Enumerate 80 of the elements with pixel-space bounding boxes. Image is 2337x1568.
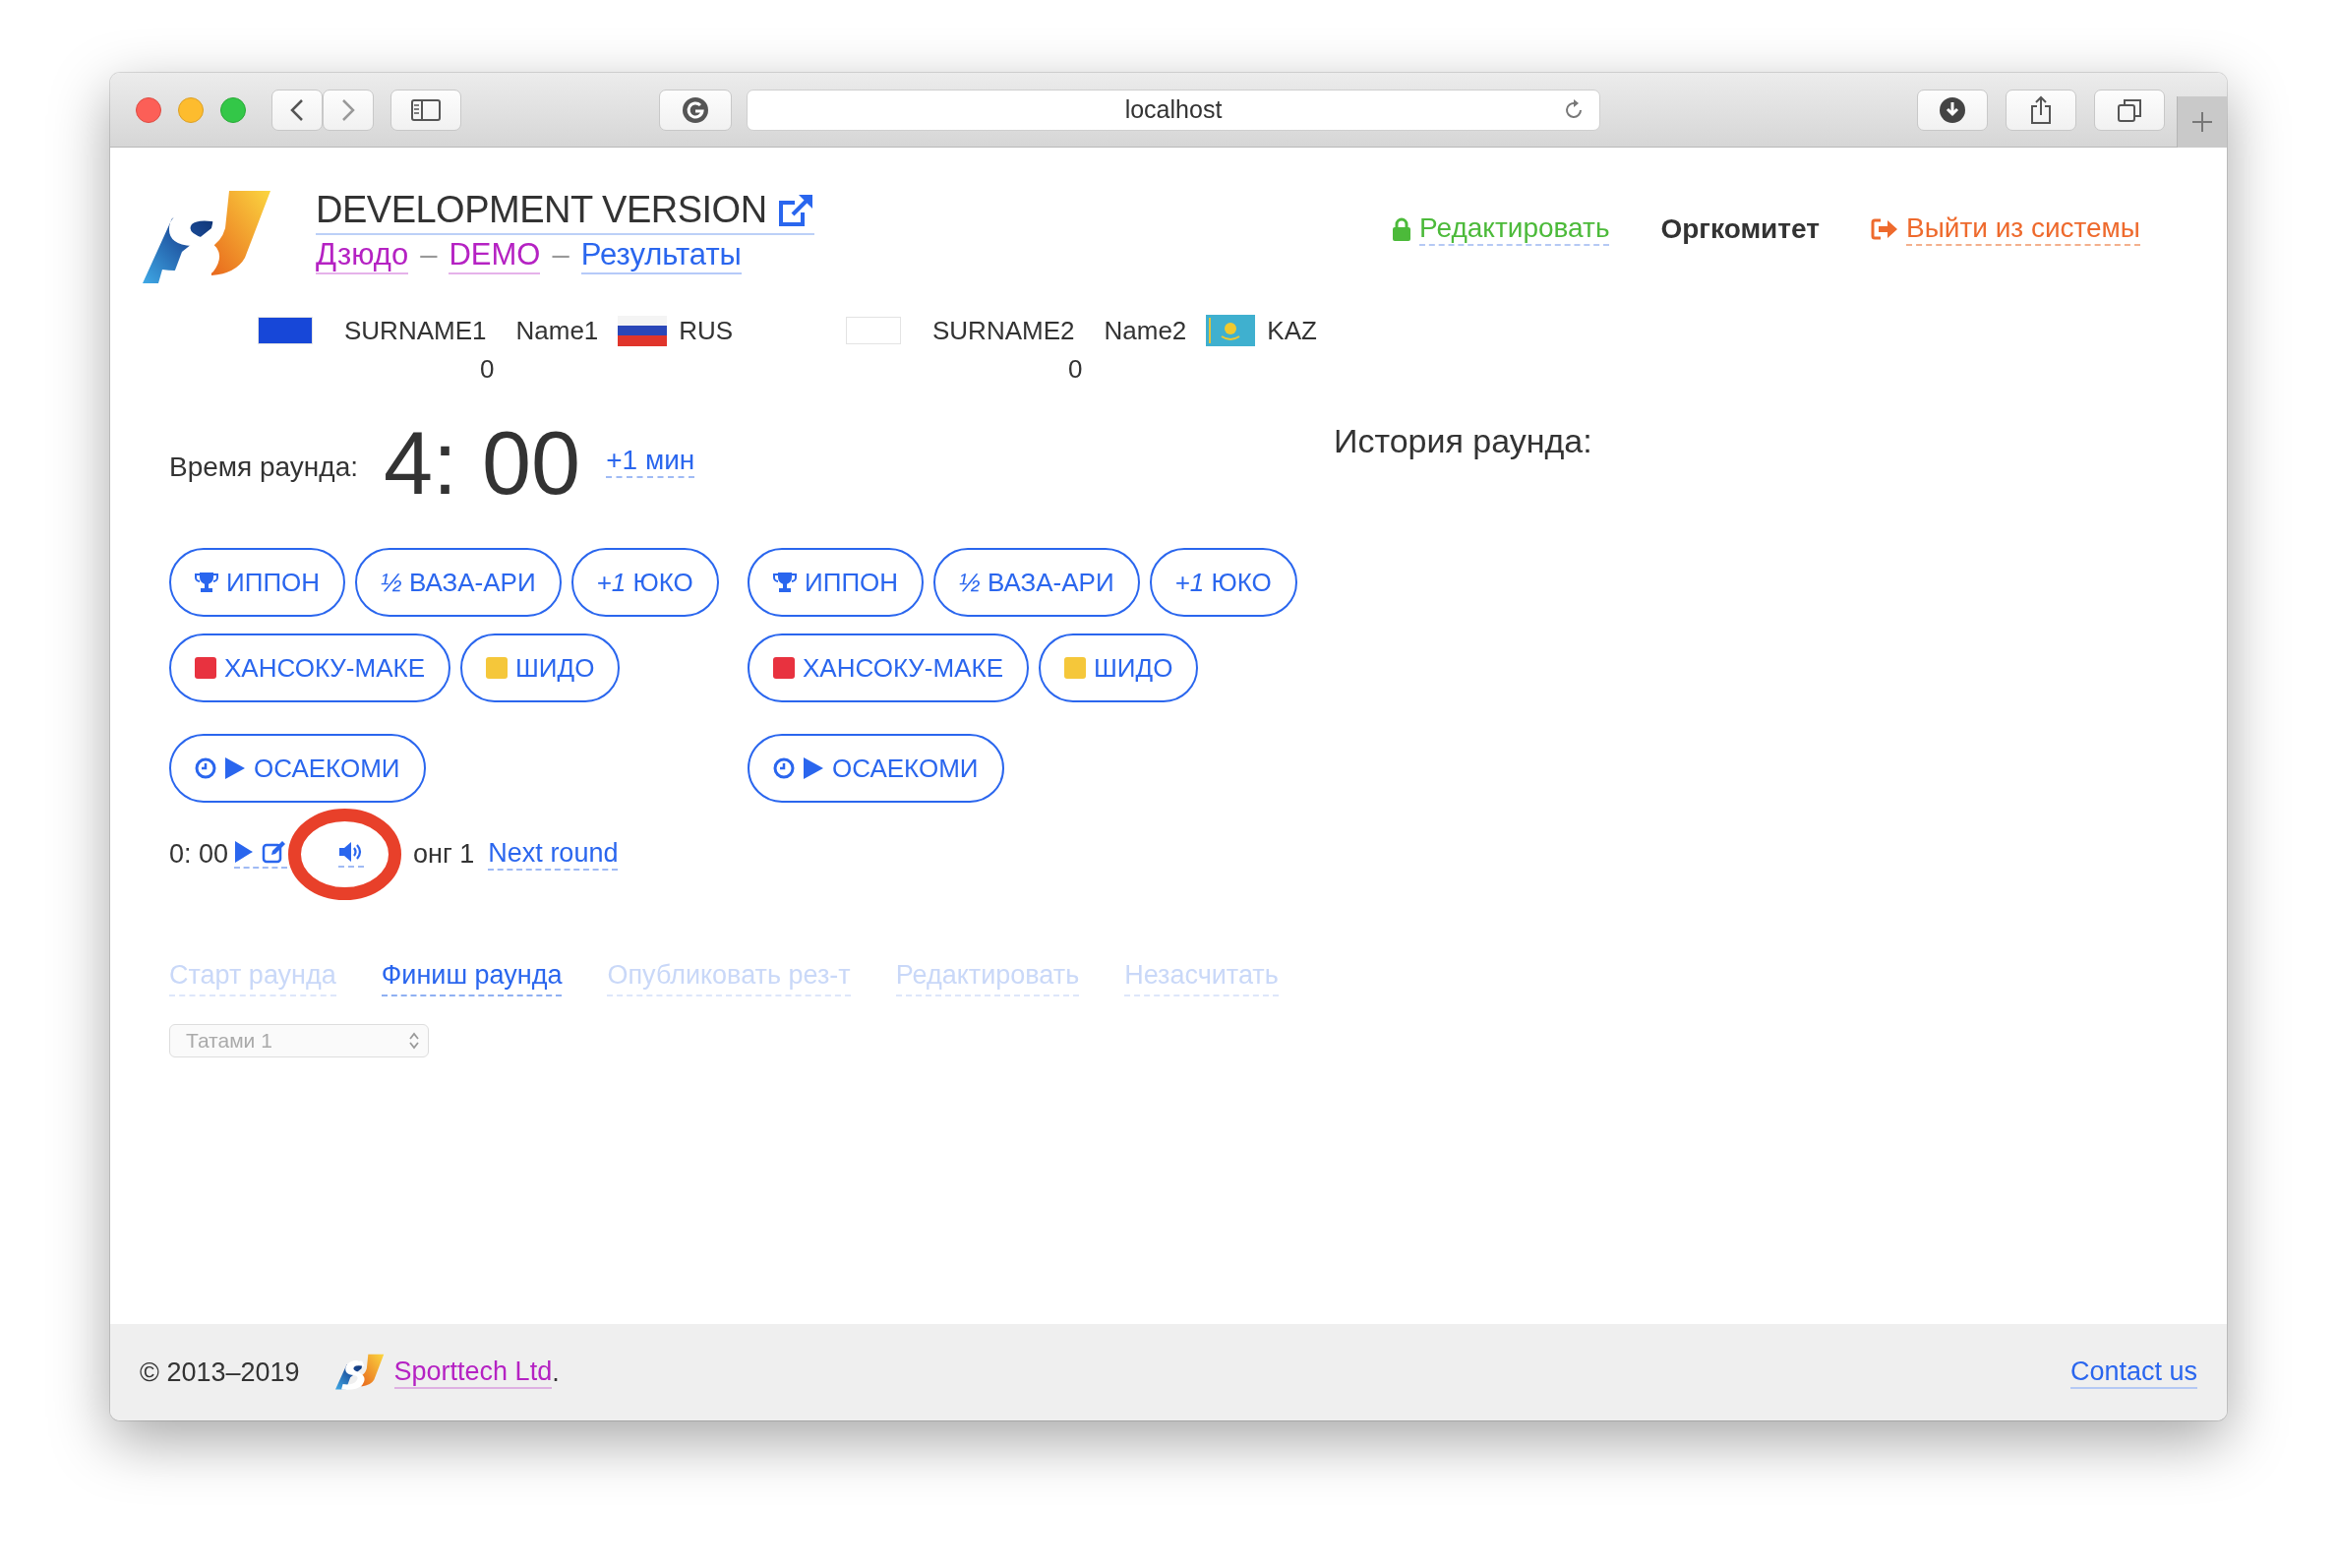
gong-text: онг 1 xyxy=(413,838,475,870)
clock-icon xyxy=(195,757,216,779)
chevron-left-icon xyxy=(290,97,304,122)
name-text: Name2 xyxy=(1104,315,1187,346)
extension-button[interactable] xyxy=(659,89,732,131)
sidebar-icon xyxy=(411,98,441,121)
chevron-icon xyxy=(408,1031,420,1051)
contact-link[interactable]: Contact us xyxy=(2069,1356,2197,1389)
surname-text: SURNAME2 xyxy=(932,315,1075,346)
download-icon xyxy=(1939,95,1966,124)
penalty-card-icon xyxy=(773,657,795,679)
add-minute-link[interactable]: +1 мин xyxy=(606,445,695,478)
nav-label: Оргкомитет xyxy=(1660,213,1820,245)
share-button[interactable] xyxy=(2006,89,2076,131)
play-icon xyxy=(224,756,246,780)
osaekomi-button[interactable]: ОСАЕКОМИ xyxy=(169,734,426,803)
penalty-card-icon xyxy=(195,657,216,679)
flag-icon xyxy=(1206,315,1256,346)
score-text: 0 xyxy=(1068,354,1084,385)
new-tab-button[interactable] xyxy=(2177,96,2227,148)
address-text: localhost xyxy=(1124,95,1223,124)
breadcrumb-link[interactable]: Дзюдо xyxy=(316,237,409,274)
penalty-button[interactable]: ШИДО xyxy=(460,633,621,702)
penalty-card-icon xyxy=(486,657,508,679)
score-button[interactable]: +1 ЮКО xyxy=(1149,548,1297,617)
score-button[interactable]: ИППОН xyxy=(748,548,925,617)
play-icon xyxy=(803,756,824,780)
clock-icon xyxy=(773,757,795,779)
sound-link[interactable] xyxy=(338,840,365,868)
score-button[interactable]: ИППОН xyxy=(169,548,346,617)
score-button[interactable]: +1 ЮКО xyxy=(570,548,719,617)
lock-icon xyxy=(1392,216,1412,242)
separator-text: – xyxy=(552,237,569,272)
score-button[interactable]: ½ ВАЗА-АРИ xyxy=(355,548,562,617)
share-icon xyxy=(2029,94,2053,125)
address-bar[interactable]: localhost xyxy=(747,89,1600,131)
logo[interactable] xyxy=(334,1354,385,1391)
penalty-button[interactable]: ХАНСОКУ-МАКЕ xyxy=(748,633,1029,702)
back-button[interactable] xyxy=(271,89,323,131)
sign-out-icon xyxy=(1870,217,1898,241)
separator-text: – xyxy=(420,237,438,272)
play-icon xyxy=(234,839,255,864)
app-title: DEVELOPMENT VERSION xyxy=(316,189,767,231)
trophy-icon xyxy=(195,571,218,594)
penalty-card-icon xyxy=(1064,657,1086,679)
external-link-icon[interactable] xyxy=(776,192,814,228)
edit-link[interactable]: Редактировать xyxy=(1419,212,1610,246)
flag-icon xyxy=(618,315,668,346)
tabs-button[interactable] xyxy=(2094,89,2165,131)
osaekomi-time: 0: 00 xyxy=(169,838,229,870)
download-button[interactable] xyxy=(1917,89,1988,131)
score-button[interactable]: ½ ВАЗА-АРИ xyxy=(933,548,1140,617)
penalty-button[interactable]: ШИДО xyxy=(1039,633,1199,702)
sidebar-button[interactable] xyxy=(390,89,461,131)
country-code: RUS xyxy=(679,315,734,346)
name-text: Name1 xyxy=(515,315,599,346)
round-time-label: Время раунда: xyxy=(169,452,358,483)
plus-icon xyxy=(2190,110,2214,134)
penalty-button[interactable]: ХАНСОКУ-МАКЕ xyxy=(169,633,450,702)
company-link[interactable]: Sporttech Ltd xyxy=(393,1356,553,1389)
close-button[interactable] xyxy=(136,96,161,123)
chevron-right-icon xyxy=(341,97,355,122)
edit-icon xyxy=(262,839,288,864)
surname-text: SURNAME1 xyxy=(344,315,487,346)
round-history-title: История раунда: xyxy=(1334,421,1592,461)
breadcrumb-link[interactable]: Результаты xyxy=(580,237,742,274)
next-round-link[interactable]: Next round xyxy=(488,837,619,871)
round-timer: 4: 00 xyxy=(384,412,581,514)
osaekomi-button[interactable]: ОСАЕКОМИ xyxy=(748,734,1004,803)
country-code: KAZ xyxy=(1267,315,1317,346)
trophy-icon xyxy=(773,571,797,594)
g-letter-icon xyxy=(682,95,709,124)
tabs-icon xyxy=(2117,96,2142,123)
copyright-text: © 2013–2019 xyxy=(140,1357,300,1388)
period-text: . xyxy=(552,1357,560,1388)
action-link[interactable]: Финиш раунда xyxy=(381,960,563,996)
play-link[interactable] xyxy=(234,839,288,869)
score-text: 0 xyxy=(480,354,496,385)
breadcrumb-link[interactable]: DEMO xyxy=(449,237,541,274)
logout-link[interactable]: Выйти из системы xyxy=(1905,212,2140,246)
